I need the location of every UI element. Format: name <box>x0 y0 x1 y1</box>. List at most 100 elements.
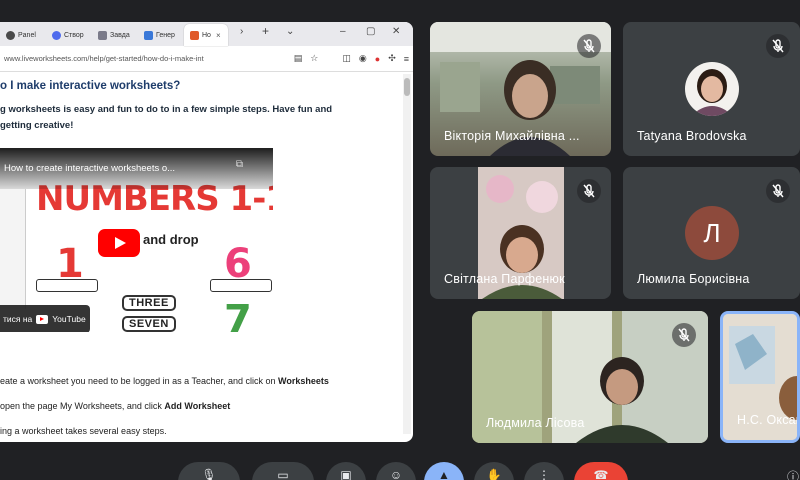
more-options-button[interactable]: ⋮ <box>524 462 564 480</box>
browser-tab-3[interactable]: Завда <box>92 24 138 46</box>
close-window-icon[interactable]: ✕ <box>392 26 400 37</box>
participant-tile-6-active-speaker[interactable]: Н.С. Оксан <box>720 311 800 443</box>
intro-line-2: getting creative! <box>0 120 74 131</box>
avatar-photo-image <box>685 62 739 116</box>
bookmark-star-icon[interactable]: ☆ <box>310 53 318 64</box>
answer-box-right <box>210 279 272 292</box>
tab-label: Генер <box>156 31 175 39</box>
shared-browser-window: Panel Створ Завда Генер Ho × › + ⌄ – ▢ ✕… <box>0 22 413 442</box>
participant-name: Люмила Борисівна <box>637 272 750 286</box>
participant-name: Вікторія Михайлівна ... <box>444 129 580 143</box>
captions-button[interactable]: ▣ <box>326 462 366 480</box>
tab-scroll-right-icon[interactable]: › <box>240 26 243 37</box>
browser-tab-4[interactable]: Генер <box>138 24 184 46</box>
present-screen-icon: ▲ <box>438 468 450 480</box>
url-field[interactable]: www.liveworksheets.com/help/get-started/… <box>4 54 286 63</box>
microphone-icon: 🎙 <box>201 468 217 480</box>
tab-favicon-icon <box>144 30 153 40</box>
meeting-stage: Panel Створ Завда Генер Ho × › + ⌄ – ▢ ✕… <box>0 0 800 480</box>
tab-label: Panel <box>18 31 36 39</box>
page-title: o I make interactive worksheets? <box>0 80 181 92</box>
raise-hand-button[interactable]: ✋ <box>474 462 514 480</box>
account-icon[interactable]: ◉ <box>359 53 367 64</box>
number-seven: 7 <box>224 297 252 332</box>
browser-address-bar: www.liveworksheets.com/help/get-started/… <box>0 46 413 72</box>
avatar <box>685 62 739 116</box>
participant-tile-3[interactable]: Світлана Парфенюк <box>430 167 611 299</box>
watch-on-youtube-button[interactable]: тися на YouTube <box>0 305 90 332</box>
tab-label: Ho <box>202 31 211 39</box>
browser-tab-active[interactable]: Ho × <box>184 24 228 46</box>
mic-off-icon <box>672 323 696 347</box>
minimize-icon[interactable]: – <box>340 26 346 37</box>
instruction-paragraph-3: ing a worksheet takes several easy steps… <box>0 426 167 436</box>
participant-tile-4[interactable]: Л Люмила Борисівна <box>623 167 800 299</box>
worksheets-link[interactable]: Worksheets <box>278 376 329 386</box>
close-tab-icon[interactable]: × <box>216 31 221 40</box>
raise-hand-icon: ✋ <box>486 468 502 480</box>
instruction-text: eate a worksheet you need to be logged i… <box>0 376 279 386</box>
participant-name: Н.С. Оксан <box>737 413 800 427</box>
chevron-down-icon[interactable]: ⌄ <box>286 26 294 37</box>
leave-call-button[interactable]: ☎ <box>574 462 628 480</box>
mic-off-icon <box>577 179 601 203</box>
video-side-panel <box>0 189 26 309</box>
mic-off-icon <box>766 34 790 58</box>
tab-favicon-icon <box>52 30 61 40</box>
mic-off-icon <box>766 179 790 203</box>
meeting-info-button[interactable]: ⓘ <box>778 462 800 480</box>
instruction-text: open the page My Worksheets, and click <box>0 401 165 411</box>
page-scrollbar[interactable] <box>403 74 411 434</box>
page-content: o I make interactive worksheets? g works… <box>0 72 413 442</box>
answer-box-left <box>36 279 98 292</box>
pocket-icon[interactable]: ◫ <box>342 53 351 64</box>
participant-name: Світлана Парфенюк <box>444 272 565 286</box>
camera-button[interactable]: ▭ <box>252 462 314 480</box>
word-seven: SEVEN <box>122 316 176 332</box>
youtube-video-embed[interactable]: NUMBERS 1-10 How to create interactive w… <box>0 148 273 332</box>
extension-badge-icon[interactable]: ● <box>375 54 380 64</box>
tab-label: Створ <box>64 31 84 39</box>
participant-tile-5[interactable]: Людмила Лісова <box>472 311 708 443</box>
microphone-button[interactable]: 🎙 <box>178 462 240 480</box>
reader-mode-icon[interactable]: ▤ <box>294 53 303 64</box>
intro-line-1: g worksheets is easy and fun to do to in… <box>0 104 333 115</box>
emoji-button[interactable]: ☺ <box>376 462 416 480</box>
browser-tab-1[interactable]: Panel <box>0 24 46 46</box>
participant-name: Tatyana Brodovska <box>637 129 747 143</box>
captions-icon: ▣ <box>340 468 352 480</box>
tab-label: Завда <box>110 31 130 39</box>
camera-icon: ▭ <box>277 468 289 480</box>
extensions-icon[interactable]: ✣ <box>388 53 396 64</box>
copy-link-icon[interactable]: ⧉ <box>236 159 243 170</box>
instruction-paragraph-2: open the page My Worksheets, and click A… <box>0 401 230 411</box>
drag-and-drop-text: and drop <box>143 232 199 247</box>
participant-tile-2[interactable]: Tatyana Brodovska <box>623 22 800 156</box>
participant-name: Людмила Лісова <box>486 416 585 430</box>
watch-on-label: тися на <box>3 314 33 324</box>
video-title[interactable]: How to create interactive worksheets o..… <box>4 163 175 174</box>
present-screen-button[interactable]: ▲ <box>424 462 464 480</box>
more-options-icon: ⋮ <box>538 468 550 480</box>
end-call-icon: ☎ <box>593 468 609 480</box>
mic-off-icon <box>577 34 601 58</box>
youtube-logo-icon <box>36 314 49 324</box>
tab-favicon-icon <box>190 30 199 40</box>
youtube-play-button[interactable] <box>98 229 140 257</box>
emoji-icon: ☺ <box>389 468 403 480</box>
browser-tab-2[interactable]: Створ <box>46 24 92 46</box>
youtube-brand-label: YouTube <box>52 314 86 324</box>
tab-favicon-icon <box>6 30 15 40</box>
instruction-paragraph-1: eate a worksheet you need to be logged i… <box>0 376 329 386</box>
scrollbar-thumb[interactable] <box>404 78 410 96</box>
restore-icon[interactable]: ▢ <box>366 26 375 37</box>
participant-tile-1[interactable]: Вікторія Михайлівна ... <box>430 22 611 156</box>
new-tab-button[interactable]: + <box>262 24 269 38</box>
browser-tab-bar: Panel Створ Завда Генер Ho × › + ⌄ – ▢ ✕ <box>0 22 413 46</box>
add-worksheet-link[interactable]: Add Worksheet <box>164 401 230 411</box>
avatar: Л <box>685 206 739 260</box>
menu-icon[interactable]: ≡ <box>404 54 409 64</box>
word-three: THREE <box>122 295 176 311</box>
tab-favicon-icon <box>98 30 107 40</box>
info-icon: ⓘ <box>786 470 799 480</box>
